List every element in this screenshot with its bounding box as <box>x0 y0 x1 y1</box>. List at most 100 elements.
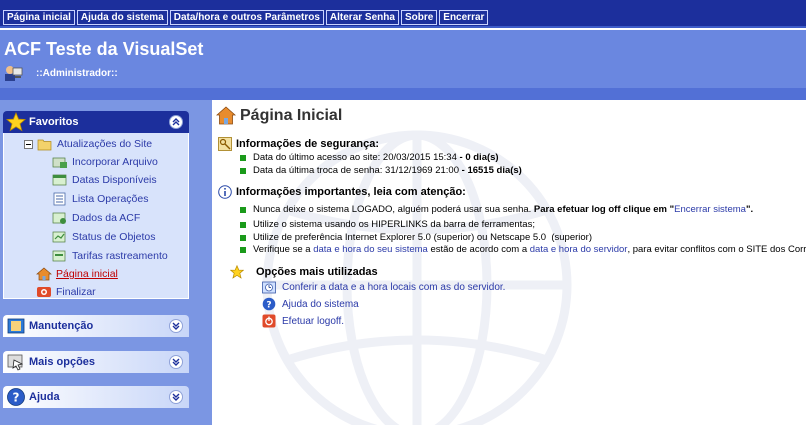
bullet-3-text: Utilize de preferência Internet Explorer… <box>253 232 592 243</box>
user-icon <box>5 66 23 81</box>
tariff-icon <box>52 250 66 262</box>
important-bullet-1: Nunca deixe o sistema LOGADO, alguém pod… <box>240 204 753 215</box>
folder-open-icon <box>37 139 52 151</box>
tree-item-datas-disponiveis[interactable]: Datas Disponíveis <box>52 173 157 187</box>
menu-ajuda-do-sistema[interactable]: Ajuda do sistema <box>76 10 168 25</box>
expand-down-icon[interactable] <box>169 390 183 404</box>
menu-data-hora-parametros[interactable]: Data/hora e outros Parâmetros <box>169 10 324 25</box>
top-menu-bar: Página inicial Ajuda do sistema Data/hor… <box>0 0 806 28</box>
tree-item-lista-operacoes[interactable]: Lista Operações <box>52 192 148 206</box>
app-header: ACF Teste da VisualSet ::Administrador:: <box>0 30 806 88</box>
last-password-value: 31/12/1969 21:00 <box>385 165 459 176</box>
bullet-icon <box>240 206 246 213</box>
data-hora-sistema-link[interactable]: data e hora do seu sistema <box>313 244 428 255</box>
options-icon <box>7 354 24 371</box>
important-bullet-2: Utilize o sistema usando os HIPERLINKS d… <box>240 219 535 230</box>
important-title: Informações importantes, leia com atençã… <box>236 186 466 198</box>
menu-encerrar[interactable]: Encerrar <box>439 10 489 25</box>
star-icon <box>6 112 26 132</box>
expand-down-icon[interactable] <box>169 319 183 333</box>
tree-item-incorporar-arquivo[interactable]: Incorporar Arquivo <box>52 155 158 169</box>
clock-icon <box>262 281 276 294</box>
tree-item-label: Dados da ACF <box>72 212 141 224</box>
favoritos-panel-body: Atualizações do Site Incorporar Arquivo … <box>3 133 189 299</box>
upload-icon <box>52 157 67 168</box>
options-title: Opções mais utilizadas <box>256 266 378 278</box>
encerrar-sistema-link[interactable]: Encerrar sistema <box>674 204 746 215</box>
option-conferir-data-hora[interactable]: Conferir a data e a hora locais com as d… <box>262 281 505 294</box>
menu-sobre[interactable]: Sobre <box>400 10 438 25</box>
data-icon <box>52 212 66 224</box>
favoritos-title: Favoritos <box>29 116 79 128</box>
ajuda-panel-header[interactable]: ? Ajuda <box>3 386 189 408</box>
important-section-header: Informações importantes, leia com atençã… <box>218 185 466 199</box>
tree-group-atualizacoes[interactable]: Atualizações do Site <box>24 137 152 151</box>
bullet-1-end: ". <box>745 204 754 215</box>
last-password-days: 16515 dia(s) <box>467 165 522 176</box>
options-section-header: Opções mais utilizadas <box>230 265 378 279</box>
manutencao-title: Manutenção <box>29 320 94 332</box>
data-hora-servidor-link[interactable]: data e hora do servidor <box>530 244 628 255</box>
header-strip <box>0 88 806 100</box>
menu-alterar-senha[interactable]: Alterar Senha <box>325 10 399 25</box>
app-title: ACF Teste da VisualSet <box>4 39 204 59</box>
main-content: Página Inicial Informações de segurança:… <box>212 100 806 425</box>
user-name: ::Administrador:: <box>36 67 118 79</box>
bullet-1-text: Nunca deixe o sistema LOGADO, alguém pod… <box>253 204 532 215</box>
bullet-4-end: , para evitar conflitos com o SITE dos C… <box>627 244 806 255</box>
tree-item-label: Incorporar Arquivo <box>72 156 158 168</box>
option-label: Efetuar logoff. <box>282 315 345 327</box>
tree-item-label: Lista Operações <box>72 193 149 205</box>
tree-item-status-de-objetos[interactable]: Status de Objetos <box>52 230 155 244</box>
important-bullet-3: Utilize de preferência Internet Explorer… <box>240 232 592 243</box>
tree-item-label: Página inicial <box>56 268 118 280</box>
option-efetuar-logoff[interactable]: Efetuar logoff. <box>262 314 344 328</box>
option-label: Ajuda do sistema <box>282 298 359 310</box>
expand-down-icon[interactable] <box>169 355 183 369</box>
mais-opcoes-panel-header[interactable]: Mais opções <box>3 351 189 373</box>
home-icon <box>216 106 236 125</box>
tree-item-tarifas-rastreamento[interactable]: Tarifas rastreamento <box>52 249 168 263</box>
svg-text:?: ? <box>13 391 20 405</box>
tree-group-label: Atualizações do Site <box>57 138 153 150</box>
last-access-sep: - <box>456 152 466 163</box>
mais-opcoes-title: Mais opções <box>29 356 96 368</box>
bullet-icon <box>240 221 246 228</box>
tree-item-dados-da-acf[interactable]: Dados da ACF <box>52 211 140 225</box>
power-icon <box>262 314 276 328</box>
bullet-icon <box>240 154 246 161</box>
tree-item-finalizar[interactable]: Finalizar <box>36 285 96 299</box>
manutencao-panel-header[interactable]: Manutenção <box>3 315 189 337</box>
info-icon <box>218 185 232 199</box>
svg-text:?: ? <box>266 301 271 311</box>
logout-icon <box>37 287 51 297</box>
home-icon <box>36 267 52 281</box>
option-label: Conferir a data e a hora locais com as d… <box>282 282 506 293</box>
last-password-sep: - <box>459 165 468 176</box>
help-icon: ? <box>7 388 25 406</box>
star-icon <box>230 265 244 279</box>
important-bullet-4: Verifique se a data e hora do seu sistem… <box>240 244 806 255</box>
security-last-access: Data do último acesso ao site: 20/03/201… <box>240 152 499 163</box>
user-info: ::Administrador:: <box>4 64 118 82</box>
minus-box-icon[interactable] <box>24 139 33 149</box>
book-icon <box>7 318 25 334</box>
security-last-password: Data da última troca de senha: 31/12/196… <box>240 165 522 176</box>
last-access-value: 20/03/2015 15:34 <box>382 152 457 163</box>
last-access-days: 0 dia(s) <box>465 152 499 163</box>
tree-item-label: Status de Objetos <box>72 231 156 243</box>
page-title: Página Inicial <box>240 107 343 124</box>
help-icon: ? <box>262 297 276 311</box>
bullet-icon <box>240 234 246 241</box>
bullet-4-mid: estão de acordo com a <box>427 244 530 255</box>
collapse-up-icon[interactable] <box>169 115 183 129</box>
last-access-label: Data do último acesso ao site: <box>253 152 381 163</box>
bullet-icon <box>240 167 246 174</box>
list-icon <box>53 192 66 206</box>
option-ajuda-do-sistema[interactable]: ? Ajuda do sistema <box>262 297 359 311</box>
status-icon <box>52 231 66 243</box>
favoritos-panel-header[interactable]: Favoritos <box>3 111 189 133</box>
menu-pagina-inicial[interactable]: Página inicial <box>3 10 75 25</box>
tree-item-pagina-inicial[interactable]: Página inicial <box>36 267 118 281</box>
top-menu: Página inicial Ajuda do sistema Data/hor… <box>3 10 489 25</box>
